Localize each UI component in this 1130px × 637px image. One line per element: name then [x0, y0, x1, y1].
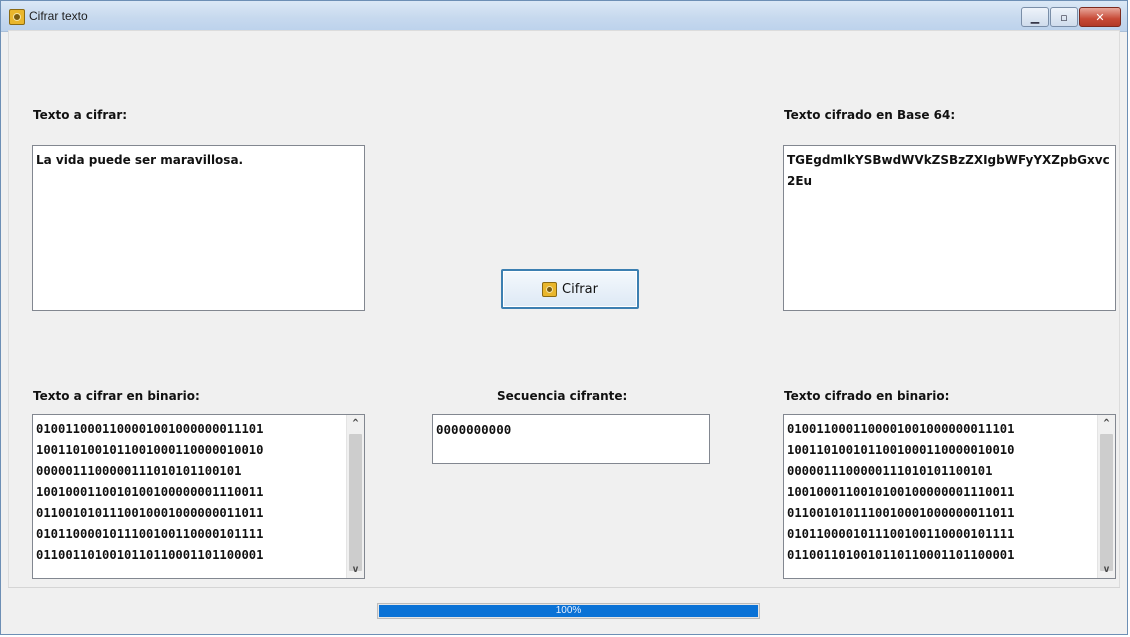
cipher-b64-label: Texto cifrado en Base 64: — [784, 108, 956, 122]
maximize-button[interactable]: ▫ — [1050, 7, 1078, 27]
plain-text-value: La vida puede ser maravillosa. — [36, 153, 244, 167]
binary-line: 0101100001011100100110000101111 — [787, 527, 1015, 541]
cipher-binary-textbox[interactable]: 0100110001100001001000000011101 10011010… — [783, 414, 1116, 579]
minimize-icon: ▁ — [1030, 10, 1040, 24]
plain-text-input[interactable]: La vida puede ser maravillosa. — [32, 145, 365, 311]
binary-line: 1001000110010100100000001110011 — [36, 485, 264, 499]
plain-text-label: Texto a cifrar: — [33, 108, 128, 122]
minimize-button[interactable]: ▁ — [1021, 7, 1049, 27]
scroll-thumb[interactable] — [349, 434, 362, 571]
scroll-up-icon[interactable]: ^ — [1098, 415, 1115, 432]
binary-line: 0110011010010110110001101100001 — [36, 548, 264, 562]
scroll-up-icon[interactable]: ^ — [347, 415, 364, 432]
binary-line: 0110010101110010001000000011011 — [36, 506, 264, 520]
binary-line: 1001101001011001000110000010010 — [787, 443, 1015, 457]
close-icon: ✕ — [1095, 10, 1105, 24]
cipher-b64-output[interactable]: TGEgdmlkYSBwdWVkZSBzZXIgbWFyYXZpbGxvc2Eu — [783, 145, 1116, 311]
scroll-down-icon[interactable]: v — [1098, 561, 1115, 578]
key-sequence-input[interactable]: 0000000000 — [432, 414, 710, 464]
safe-icon — [542, 281, 558, 297]
binary-line: 0000011100000111010101100101 — [36, 464, 242, 478]
key-sequence-value: 0000000000 — [436, 422, 512, 437]
close-button[interactable]: ✕ — [1079, 7, 1121, 27]
binary-line: 0000011100000111010101100101 — [787, 464, 993, 478]
title-bar[interactable]: Cifrar texto ▁ ▫ ✕ — [1, 1, 1127, 32]
vertical-scrollbar[interactable]: ^ v — [346, 415, 364, 578]
binary-line: 0110010101110010001000000011011 — [787, 506, 1015, 520]
scroll-down-icon[interactable]: v — [347, 561, 364, 578]
binary-line: 1001101001011001000110000010010 — [36, 443, 264, 457]
cipher-b64-value: TGEgdmlkYSBwdWVkZSBzZXIgbWFyYXZpbGxvc2Eu — [787, 153, 1110, 188]
progress-bar: 100% — [377, 603, 760, 619]
app-icon — [9, 9, 25, 25]
key-sequence-label: Secuencia cifrante: — [497, 389, 628, 403]
binary-line: 1001000110010100100000001110011 — [787, 485, 1015, 499]
plain-binary-textbox[interactable]: 0100110001100001001000000011101 10011010… — [32, 414, 365, 579]
window-controls: ▁ ▫ ✕ — [1020, 7, 1121, 27]
plain-binary-label: Texto a cifrar en binario: — [33, 389, 200, 403]
window-title: Cifrar texto — [29, 9, 88, 23]
maximize-icon: ▫ — [1060, 10, 1068, 24]
cifrar-button[interactable]: Cifrar — [501, 269, 639, 309]
status-divider — [8, 587, 1120, 588]
progress-text: 100% — [555, 605, 582, 616]
cifrar-button-label: Cifrar — [562, 281, 598, 297]
binary-line: 0110011010010110110001101100001 — [787, 548, 1015, 562]
scroll-thumb[interactable] — [1100, 434, 1113, 571]
binary-line: 0100110001100001001000000011101 — [36, 422, 264, 436]
cipher-binary-label: Texto cifrado en binario: — [784, 389, 950, 403]
vertical-scrollbar[interactable]: ^ v — [1097, 415, 1115, 578]
binary-line: 0101100001011100100110000101111 — [36, 527, 264, 541]
binary-line: 0100110001100001001000000011101 — [787, 422, 1015, 436]
